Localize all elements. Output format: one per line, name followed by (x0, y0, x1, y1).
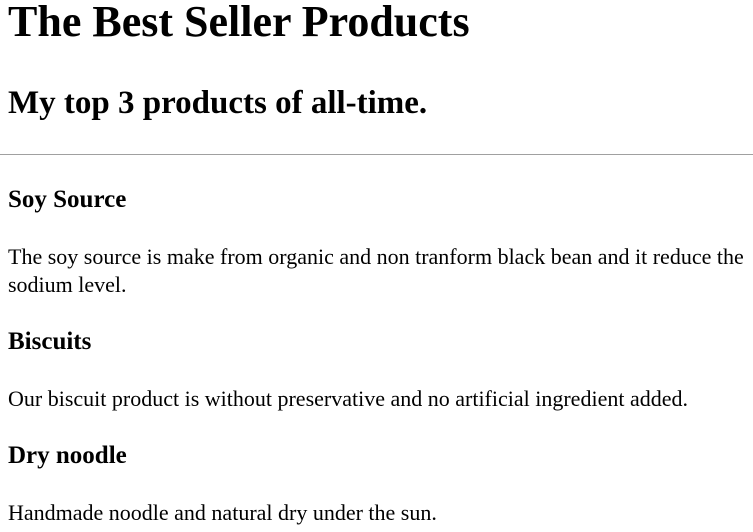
product-dry-noodle: Dry noodle Handmade noodle and natural d… (8, 441, 745, 527)
product-name: Dry noodle (8, 442, 127, 469)
divider (0, 154, 753, 155)
product-soy-source: Soy Source The soy source is make from o… (8, 185, 745, 299)
product-name: Biscuits (8, 328, 92, 355)
page-title: The Best Seller Products (8, 0, 470, 46)
product-name: Soy Source (8, 186, 127, 213)
product-description: Our biscuit product is without preservat… (8, 386, 688, 411)
page-subtitle: My top 3 products of all-time. (8, 85, 428, 121)
product-description: The soy source is make from organic and … (8, 244, 744, 297)
product-description: Handmade noodle and natural dry under th… (8, 500, 437, 525)
product-biscuits: Biscuits Our biscuit product is without … (8, 327, 745, 413)
